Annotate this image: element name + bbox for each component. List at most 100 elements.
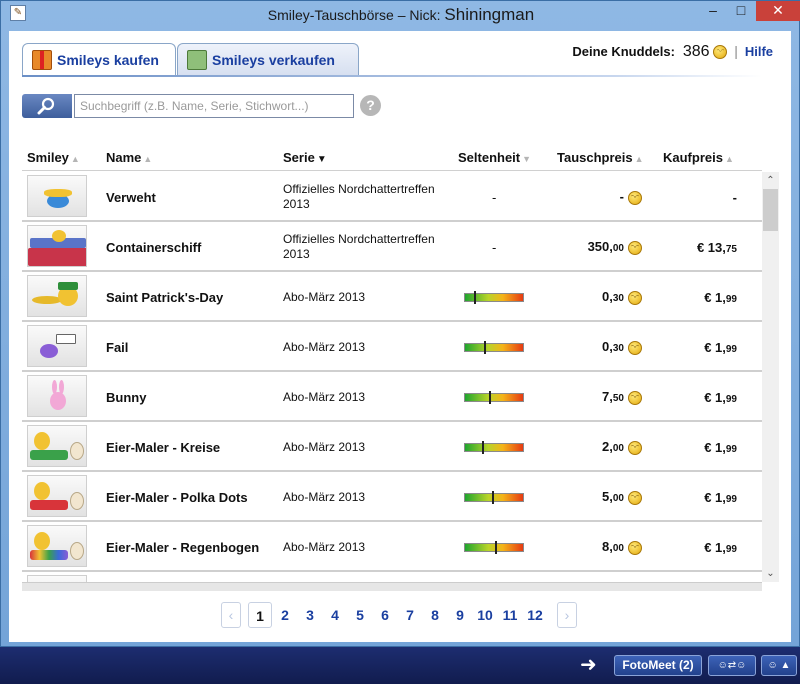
page-2[interactable]: 2: [273, 602, 297, 628]
price-cents: 00: [612, 543, 624, 554]
table-row[interactable]: Fail Abo-März 2013 0,30 € 1,99: [22, 322, 762, 372]
smiley-name: Verweht: [106, 190, 156, 205]
page-3[interactable]: 3: [298, 602, 322, 628]
column-rarity[interactable]: Seltenheit ▼: [458, 150, 531, 165]
smiley-name: Eier-Maler - Regenbogen: [106, 540, 260, 555]
next-page-button[interactable]: ›: [557, 602, 577, 628]
title-bar[interactable]: ✎ Smiley-Tauschbörse – Nick: Shiningman …: [1, 1, 800, 27]
smiley-name: Fail: [106, 340, 129, 355]
column-trade-price[interactable]: Tauschpreis ▲: [557, 150, 644, 165]
sort-arrow-icon: ▲: [634, 154, 644, 164]
help-link[interactable]: Hilfe: [745, 44, 773, 59]
scroll-down-icon[interactable]: ⌄: [762, 565, 779, 582]
page-11[interactable]: 11: [498, 602, 522, 628]
knuddel-coin-icon: [628, 190, 642, 205]
table-row[interactable]: Containerschiff Offizielles Nordchattert…: [22, 222, 762, 272]
smiley-name: Eier-Maler - Kreise: [106, 440, 221, 455]
column-serie[interactable]: Serie ▼: [283, 150, 327, 165]
price-value: 8,: [602, 539, 613, 554]
price-value: -: [732, 190, 737, 205]
column-label: Tauschpreis: [557, 150, 633, 165]
table-row[interactable]: [22, 572, 762, 582]
page-6[interactable]: 6: [373, 602, 397, 628]
trade-price: 350,00: [588, 239, 642, 255]
column-buy-price[interactable]: Kaufpreis ▲: [663, 150, 734, 165]
vertical-scrollbar[interactable]: ⌃ ⌄: [762, 172, 779, 582]
horizontal-scrollbar[interactable]: [22, 582, 762, 591]
price-value: 0,: [602, 289, 613, 304]
trade-price: 5,00: [602, 489, 642, 505]
rarity-bar: [464, 291, 524, 304]
column-label: Name: [106, 150, 142, 165]
search-button[interactable]: [22, 94, 72, 118]
account-balance: Deine Knuddels: 386 | Hilfe: [572, 43, 773, 61]
tab-label: Smileys kaufen: [57, 52, 159, 68]
smiley-serie: Offizielles Nordchattertreffen 2013: [283, 182, 435, 211]
column-smiley[interactable]: Smiley ▲: [27, 150, 80, 165]
rarity-marker: [489, 391, 491, 404]
separator: |: [734, 43, 738, 59]
smiley-name: Bunny: [106, 390, 147, 405]
price-value: € 1,: [704, 340, 726, 355]
fotomeet-button[interactable]: FotoMeet (2): [614, 655, 702, 676]
minimize-button[interactable]: –: [699, 1, 727, 21]
price-cents: 99: [725, 344, 737, 355]
smiley-list: Verweht Offizielles Nordchattertreffen 2…: [22, 172, 762, 582]
table-row[interactable]: Saint Patrick's-Day Abo-März 2013 0,30 €…: [22, 272, 762, 322]
smiley-name: Eier-Maler - Polka Dots: [106, 490, 248, 505]
maximize-button[interactable]: □: [727, 1, 755, 21]
search-help-icon[interactable]: ?: [360, 95, 381, 116]
smiley-exchange-icon[interactable]: ☺⇄☺: [708, 655, 756, 676]
search-icon: [37, 97, 55, 115]
rarity-value: -: [492, 190, 497, 205]
smiley-thumbnail: [27, 225, 87, 267]
page-7[interactable]: 7: [398, 602, 422, 628]
tab-sell-smileys[interactable]: Smileys verkaufen: [177, 43, 359, 76]
scroll-up-icon[interactable]: ⌃: [762, 172, 779, 189]
price-value: 2,: [602, 439, 613, 454]
buy-price: € 1,99: [704, 440, 737, 455]
app-window: ✎ Smiley-Tauschbörse – Nick: Shiningman …: [0, 0, 800, 647]
window-title: Smiley-Tauschbörse – Nick: Shiningman: [1, 5, 800, 25]
page-10[interactable]: 10: [473, 602, 497, 628]
page-5[interactable]: 5: [348, 602, 372, 628]
smiley-thumbnail: [27, 375, 87, 417]
table-row[interactable]: Verweht Offizielles Nordchattertreffen 2…: [22, 172, 762, 222]
table-row[interactable]: Bunny Abo-März 2013 7,50 € 1,99: [22, 372, 762, 422]
trade-price: 0,30: [602, 289, 642, 305]
smiley-serie: Offizielles Nordchattertreffen 2013: [283, 232, 435, 261]
price-cents: 30: [612, 343, 624, 354]
table-row[interactable]: Eier-Maler - Regenbogen Abo-März 2013 8,…: [22, 522, 762, 572]
rarity-bar: [464, 491, 524, 504]
column-name[interactable]: Name ▲: [106, 150, 152, 165]
trade-price: 7,50: [602, 389, 642, 405]
table-row[interactable]: Eier-Maler - Kreise Abo-März 2013 2,00 €…: [22, 422, 762, 472]
tab-buy-smileys[interactable]: Smileys kaufen: [22, 43, 176, 76]
page-4[interactable]: 4: [323, 602, 347, 628]
title-nick: Shiningman: [444, 5, 535, 24]
smiley-thumbnail: [27, 575, 87, 582]
price-value: € 1,: [704, 490, 726, 505]
price-cents: 99: [725, 294, 737, 305]
page-9[interactable]: 9: [448, 602, 472, 628]
buy-price: € 1,99: [704, 340, 737, 355]
sort-arrow-icon: ▲: [724, 154, 734, 164]
page-12[interactable]: 12: [523, 602, 547, 628]
scroll-thumb[interactable]: [763, 189, 778, 231]
taskbar: ➜ FotoMeet (2) ☺⇄☺ ☺ ▲: [0, 647, 800, 684]
close-button[interactable]: ✕: [756, 1, 800, 21]
page-8[interactable]: 8: [423, 602, 447, 628]
price-value: 7,: [602, 389, 613, 404]
prev-page-button[interactable]: ‹: [221, 602, 241, 628]
price-cents: 75: [725, 244, 737, 255]
knuddel-coin-icon: [628, 390, 642, 405]
knuddel-coin-icon: [628, 540, 642, 555]
page-1[interactable]: 1: [248, 602, 272, 628]
table-row[interactable]: Eier-Maler - Polka Dots Abo-März 2013 5,…: [22, 472, 762, 522]
search-input[interactable]: [74, 94, 354, 118]
trade-price: 2,00: [602, 439, 642, 455]
price-value: 0,: [602, 339, 613, 354]
tray-menu-icon[interactable]: ☺ ▲: [761, 655, 797, 676]
knuddel-coin-icon: [628, 440, 642, 455]
gift-icon: [32, 50, 52, 70]
